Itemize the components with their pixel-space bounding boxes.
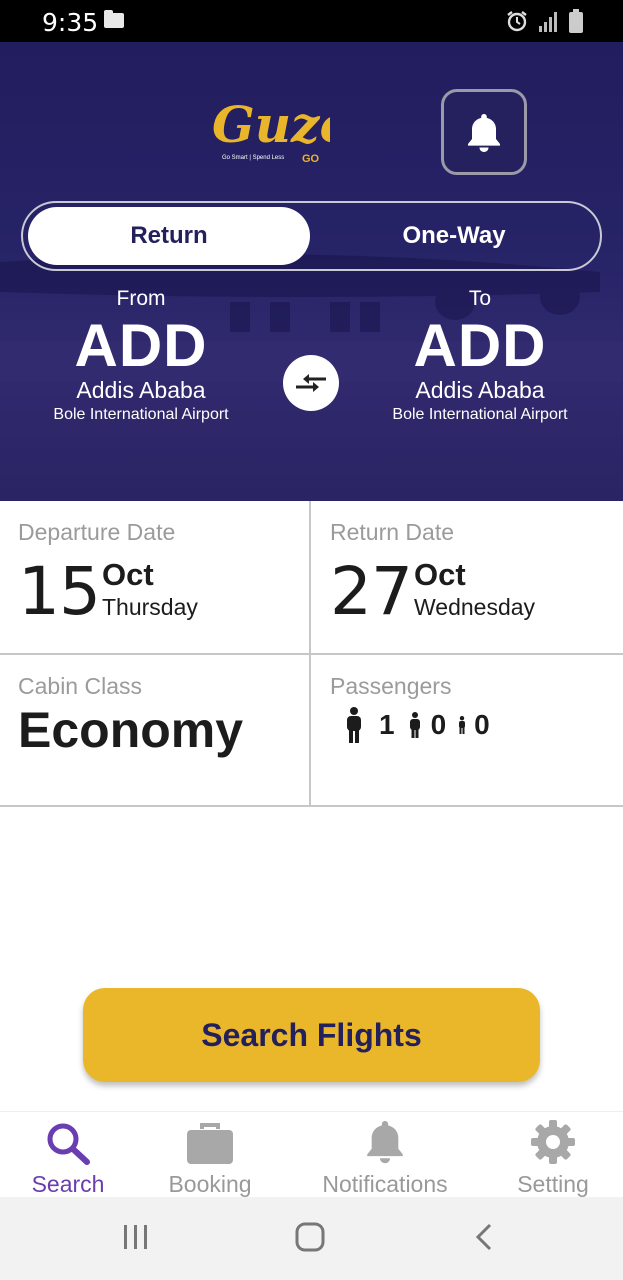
- back-icon[interactable]: [474, 1222, 494, 1252]
- destination-label: To: [468, 287, 492, 310]
- nav-booking[interactable]: Booking: [160, 1112, 260, 1198]
- return-date-field[interactable]: Return Date 27 Oct Wednesday: [311, 501, 623, 655]
- search-icon: [47, 1123, 90, 1165]
- departure-day: 15: [18, 553, 101, 630]
- logo-text: Guzo: [212, 95, 330, 154]
- alarm-icon: [507, 11, 527, 32]
- cabin-class-field[interactable]: Cabin Class Economy: [0, 655, 311, 807]
- adult-icon: [347, 707, 361, 743]
- gear-icon: [531, 1120, 575, 1164]
- departure-date-field[interactable]: Departure Date 15 Oct Thursday: [0, 501, 311, 655]
- passengers-label: Passengers: [330, 673, 452, 699]
- origin-airport: Bole International Airport: [53, 406, 229, 423]
- origin-label: From: [116, 287, 166, 310]
- recent-apps-icon[interactable]: [121, 1223, 151, 1251]
- bell-icon: [468, 114, 500, 152]
- tab-one-way[interactable]: One-Way: [313, 207, 595, 265]
- briefcase-icon: [187, 1123, 233, 1164]
- signal-icon: [539, 12, 557, 32]
- origin-city: Addis Ababa: [76, 377, 206, 403]
- child-icon: [409, 712, 420, 738]
- infant-icon: [459, 716, 466, 734]
- cabin-class-label: Cabin Class: [18, 673, 142, 699]
- search-flights-button[interactable]: Search Flights: [83, 988, 540, 1082]
- child-count: 0: [430, 709, 447, 740]
- swap-arrows-icon: [296, 374, 326, 392]
- nav-booking-label: Booking: [168, 1171, 252, 1197]
- logo-tagline: Go Smart | Spend Less: [222, 155, 284, 161]
- cabin-class-value: Economy: [18, 702, 244, 758]
- folder-icon: [104, 10, 124, 28]
- departure-month: Oct: [102, 557, 154, 592]
- return-date-label: Return Date: [330, 519, 455, 545]
- tab-return[interactable]: Return: [28, 207, 310, 265]
- destination-city: Addis Ababa: [415, 377, 545, 403]
- guzogo-logo: Guzo GO Go Smart | Spend Less: [210, 86, 353, 166]
- passenger-counts: 1 0 0: [345, 707, 490, 743]
- nav-notifications[interactable]: Notifications: [310, 1112, 460, 1198]
- passengers-field[interactable]: Passengers 1 0 0: [311, 655, 623, 807]
- nav-setting-label: Setting: [517, 1171, 589, 1197]
- departure-date-label: Departure Date: [18, 519, 176, 545]
- destination-airport: Bole International Airport: [392, 406, 568, 423]
- bottom-navigation: Search Booking Notifications Setting: [0, 1111, 623, 1197]
- nav-notifications-label: Notifications: [322, 1171, 448, 1197]
- battery-icon: [569, 9, 583, 33]
- return-weekday: Wednesday: [414, 594, 536, 620]
- bell-icon: [367, 1121, 403, 1164]
- nav-search-label: Search: [31, 1171, 105, 1197]
- notifications-button[interactable]: [441, 89, 527, 175]
- nav-search[interactable]: Search: [18, 1112, 118, 1198]
- infant-count: 0: [474, 709, 490, 740]
- status-bar: 9:35: [0, 0, 623, 42]
- destination-selector[interactable]: To ADD Addis Ababa Bole International Ai…: [350, 287, 610, 424]
- return-day: 27: [330, 553, 413, 630]
- adult-count: 1: [379, 709, 395, 740]
- origin-selector[interactable]: From ADD Addis Ababa Bole International …: [11, 287, 271, 424]
- home-icon[interactable]: [295, 1222, 325, 1252]
- swap-airports-button[interactable]: [283, 355, 339, 411]
- departure-weekday: Thursday: [102, 594, 198, 620]
- destination-code: ADD: [413, 312, 547, 379]
- system-navigation-bar: [0, 1197, 623, 1280]
- trip-type-toggle: Return One-Way: [21, 201, 602, 271]
- nav-setting[interactable]: Setting: [503, 1112, 603, 1198]
- status-time: 9:35: [42, 8, 99, 37]
- origin-code: ADD: [74, 312, 208, 379]
- return-month: Oct: [414, 557, 466, 592]
- search-header: Guzo GO Go Smart | Spend Less Return One…: [0, 42, 623, 501]
- logo-suffix: GO: [302, 153, 320, 165]
- status-icons: [505, 9, 583, 33]
